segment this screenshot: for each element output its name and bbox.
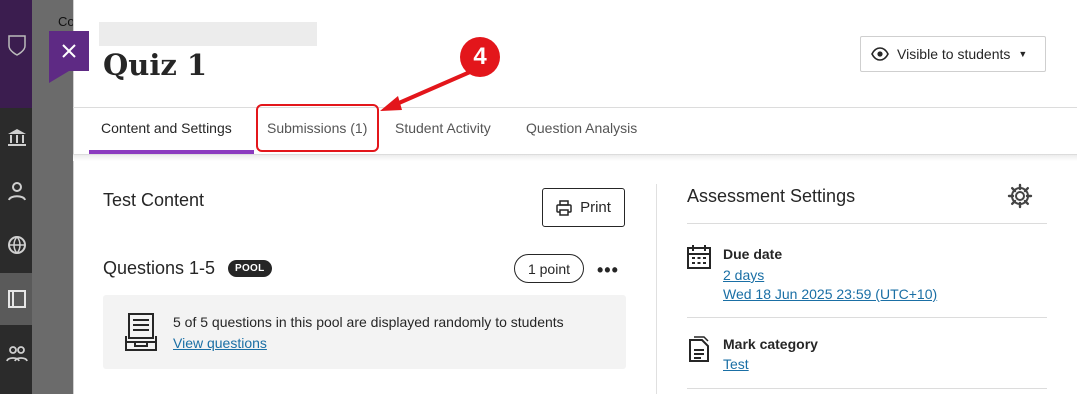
gear-icon[interactable] bbox=[1007, 183, 1033, 209]
tab-content-and-settings[interactable]: Content and Settings bbox=[101, 120, 232, 136]
printer-icon bbox=[556, 199, 572, 216]
annotation-step-badge: 4 bbox=[460, 37, 500, 77]
tab-question-analysis[interactable]: Question Analysis bbox=[526, 120, 637, 136]
courses-icon[interactable] bbox=[6, 288, 28, 310]
document-icon bbox=[689, 336, 709, 362]
caret-down-icon: ▼ bbox=[1018, 49, 1028, 59]
pool-message: 5 of 5 questions in this pool are displa… bbox=[173, 314, 564, 330]
questions-title: Questions 1-5 bbox=[103, 258, 216, 278]
settings-divider bbox=[687, 388, 1047, 389]
mark-category-link[interactable]: Test bbox=[723, 356, 749, 372]
visibility-dropdown[interactable]: Visible to students ▼ bbox=[860, 36, 1046, 72]
view-questions-link[interactable]: View questions bbox=[173, 335, 267, 351]
redacted-breadcrumb bbox=[99, 22, 317, 46]
tab-student-activity[interactable]: Student Activity bbox=[395, 120, 491, 136]
tabs-divider-top bbox=[73, 107, 1077, 108]
more-options-button[interactable]: ••• bbox=[597, 260, 619, 281]
visibility-label: Visible to students bbox=[897, 46, 1011, 62]
institution-crest-icon bbox=[8, 35, 26, 56]
test-content-title: Test Content bbox=[103, 190, 205, 210]
institution-icon[interactable] bbox=[6, 126, 28, 148]
annotation-highlight-box bbox=[256, 104, 379, 152]
print-button[interactable]: Print bbox=[542, 188, 625, 227]
column-divider bbox=[656, 184, 657, 394]
settings-divider bbox=[687, 223, 1047, 224]
tabs-shadow bbox=[73, 155, 1077, 161]
question-pool-icon bbox=[125, 313, 157, 351]
due-date-relative-link[interactable]: 2 days bbox=[723, 267, 764, 283]
close-button[interactable] bbox=[49, 31, 89, 83]
due-date-absolute-link[interactable]: Wed 18 Jun 2025 23:59 (UTC+10) bbox=[723, 286, 937, 302]
globe-icon[interactable] bbox=[6, 234, 28, 256]
eye-icon bbox=[871, 47, 889, 61]
groups-icon[interactable] bbox=[6, 342, 28, 364]
pool-badge: POOL bbox=[228, 260, 272, 277]
assessment-settings-title: Assessment Settings bbox=[687, 186, 856, 206]
calendar-icon bbox=[687, 245, 711, 269]
pool-info-box: 5 of 5 questions in this pool are displa… bbox=[103, 295, 626, 369]
profile-icon[interactable] bbox=[6, 180, 28, 202]
print-label: Print bbox=[580, 199, 611, 216]
page-title: Quiz 1 bbox=[103, 48, 208, 82]
points-button[interactable]: 1 point bbox=[514, 254, 584, 283]
mark-category-label: Mark category bbox=[723, 336, 818, 352]
left-nav bbox=[0, 0, 32, 394]
due-date-label: Due date bbox=[723, 246, 783, 262]
close-icon bbox=[62, 44, 76, 58]
settings-divider bbox=[687, 317, 1047, 318]
